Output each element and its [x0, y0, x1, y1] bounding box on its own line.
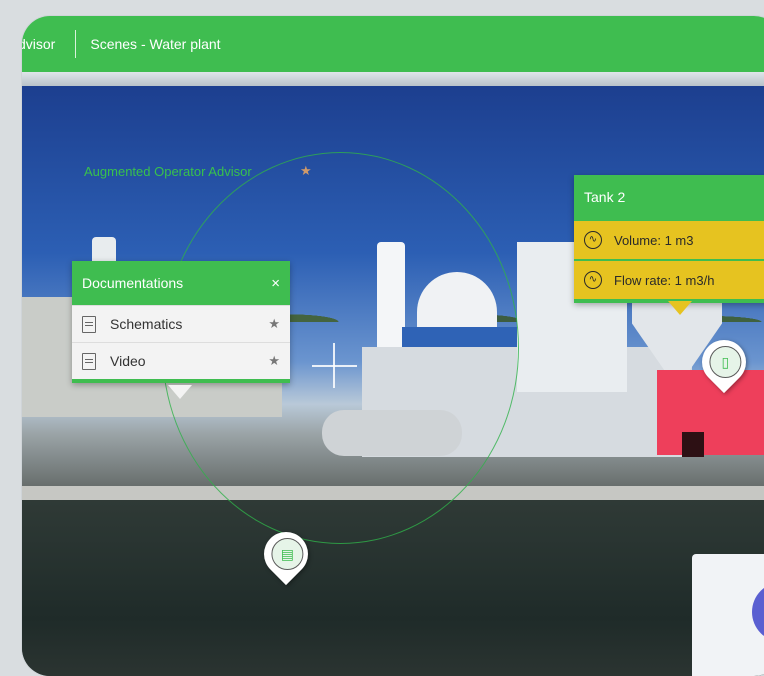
tank-header: Tank 2: [574, 175, 764, 219]
red-building-door: [682, 432, 704, 457]
breadcrumb[interactable]: Scenes - Water plant: [90, 36, 220, 52]
tank-reading-volume[interactable]: ∿ Volume: 1 m3: [574, 219, 764, 259]
tank-pointer: [668, 301, 692, 315]
tank-title: Tank 2: [584, 189, 626, 205]
door-icon: ▯: [709, 346, 742, 378]
documentations-title: Documentations: [82, 275, 184, 291]
wave-icon: ∿: [584, 231, 602, 249]
file-icon: [82, 315, 96, 333]
overlay-title: Augmented Operator Advisor: [84, 164, 252, 179]
doc-item-label: Schematics: [110, 316, 183, 332]
documentations-pointer: [168, 385, 192, 399]
gauge-icon: ▤: [271, 538, 304, 570]
crosshair-vertical: [333, 343, 335, 388]
doc-item-schematics[interactable]: Schematics ★: [72, 305, 290, 342]
panel-footer: [72, 379, 290, 383]
doc-item-video[interactable]: Video ★: [72, 342, 290, 379]
window-frame-edge: [22, 72, 764, 86]
wave-icon: ∿: [584, 271, 602, 289]
device-frame: dvisor Scenes - Water plant Augmented Op…: [22, 16, 764, 676]
tank-panel: Tank 2 ∿ Volume: 1 m3 ∿ Flow rate: 1 m3/…: [574, 175, 764, 303]
favorite-star-icon[interactable]: ★: [268, 353, 280, 369]
app-name[interactable]: dvisor: [22, 30, 77, 58]
documentations-header: Documentations ×: [72, 261, 290, 305]
top-bar: dvisor Scenes - Water plant: [22, 16, 764, 72]
documentations-panel: Documentations × Schematics ★ Video ★: [72, 261, 290, 383]
tank-reading-flow-rate[interactable]: ∿ Flow rate: 1 m3/h: [574, 259, 764, 299]
close-icon[interactable]: ×: [271, 275, 280, 292]
reading-label: Flow rate: 1 m3/h: [614, 272, 715, 288]
camera-scene[interactable]: Augmented Operator Advisor ★ Documentati…: [22, 72, 764, 676]
red-building: [657, 370, 764, 455]
favorite-star-icon[interactable]: ★: [268, 316, 280, 332]
reading-label: Volume: 1 m3: [614, 232, 694, 248]
doc-item-label: Video: [110, 353, 146, 369]
file-icon: [82, 352, 96, 370]
star-icon[interactable]: ★: [300, 163, 312, 179]
